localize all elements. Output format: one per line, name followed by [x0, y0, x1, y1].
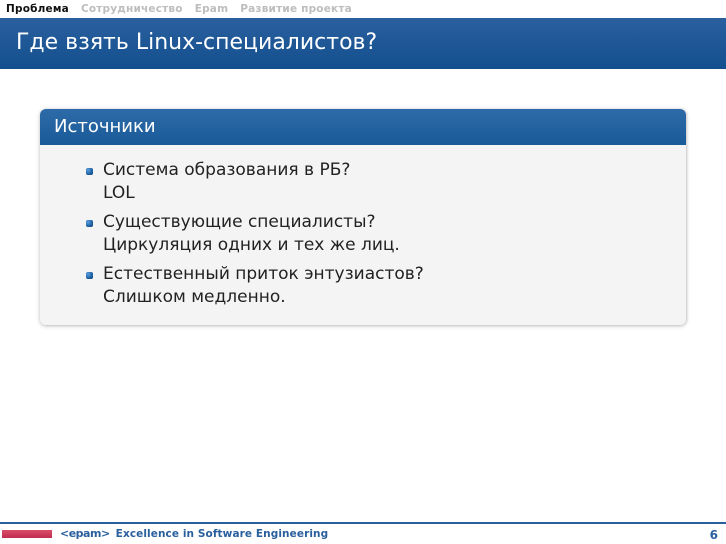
list-item: Естественный приток энтузиастов? Слишком… [60, 259, 666, 311]
content-area: Источники Система образования в РБ? LOL … [0, 69, 726, 325]
bullet-icon [86, 168, 93, 175]
nav-item-razvitie[interactable]: Развитие проекта [240, 3, 352, 15]
list-item-main: Существующие специалисты? [103, 212, 376, 232]
list-item-sub: LOL [103, 182, 350, 205]
bullet-icon [86, 272, 93, 279]
list-item-text: Система образования в РБ? LOL [103, 159, 350, 205]
section-nav: Проблема Сотрудничество Epam Развитие пр… [0, 0, 726, 18]
progress-bar [2, 530, 52, 538]
slide: Проблема Сотрудничество Epam Развитие пр… [0, 0, 726, 544]
epam-logo: <epam> [60, 527, 110, 540]
list-item-main: Естественный приток энтузиастов? [103, 264, 424, 284]
nav-item-problema[interactable]: Проблема [6, 3, 69, 15]
footer-tagline: Excellence in Software Engineering [116, 528, 329, 540]
slide-title: Где взять Linux-специалистов? [0, 20, 726, 69]
list-item-text: Существующие специалисты? Циркуляция одн… [103, 211, 400, 257]
page-number: 6 [710, 528, 718, 542]
block-sources: Источники Система образования в РБ? LOL … [40, 109, 686, 325]
footer-row: <epam> Excellence in Software Engineerin… [0, 524, 726, 544]
list-item-main: Система образования в РБ? [103, 160, 350, 180]
list-item-text: Естественный приток энтузиастов? Слишком… [103, 263, 424, 309]
list-item-sub: Циркуляция одних и тех же лиц. [103, 234, 400, 257]
list-item-sub: Слишком медленно. [103, 286, 424, 309]
footer: <epam> Excellence in Software Engineerin… [0, 522, 726, 544]
nav-item-epam[interactable]: Epam [195, 3, 229, 15]
block-title: Источники [40, 109, 686, 145]
list-item: Система образования в РБ? LOL [60, 155, 666, 207]
list-item: Существующие специалисты? Циркуляция одн… [60, 207, 666, 259]
block-body: Система образования в РБ? LOL Существующ… [40, 145, 686, 325]
nav-item-sotrudnichestvo[interactable]: Сотрудничество [81, 3, 183, 15]
bullet-icon [86, 220, 93, 227]
